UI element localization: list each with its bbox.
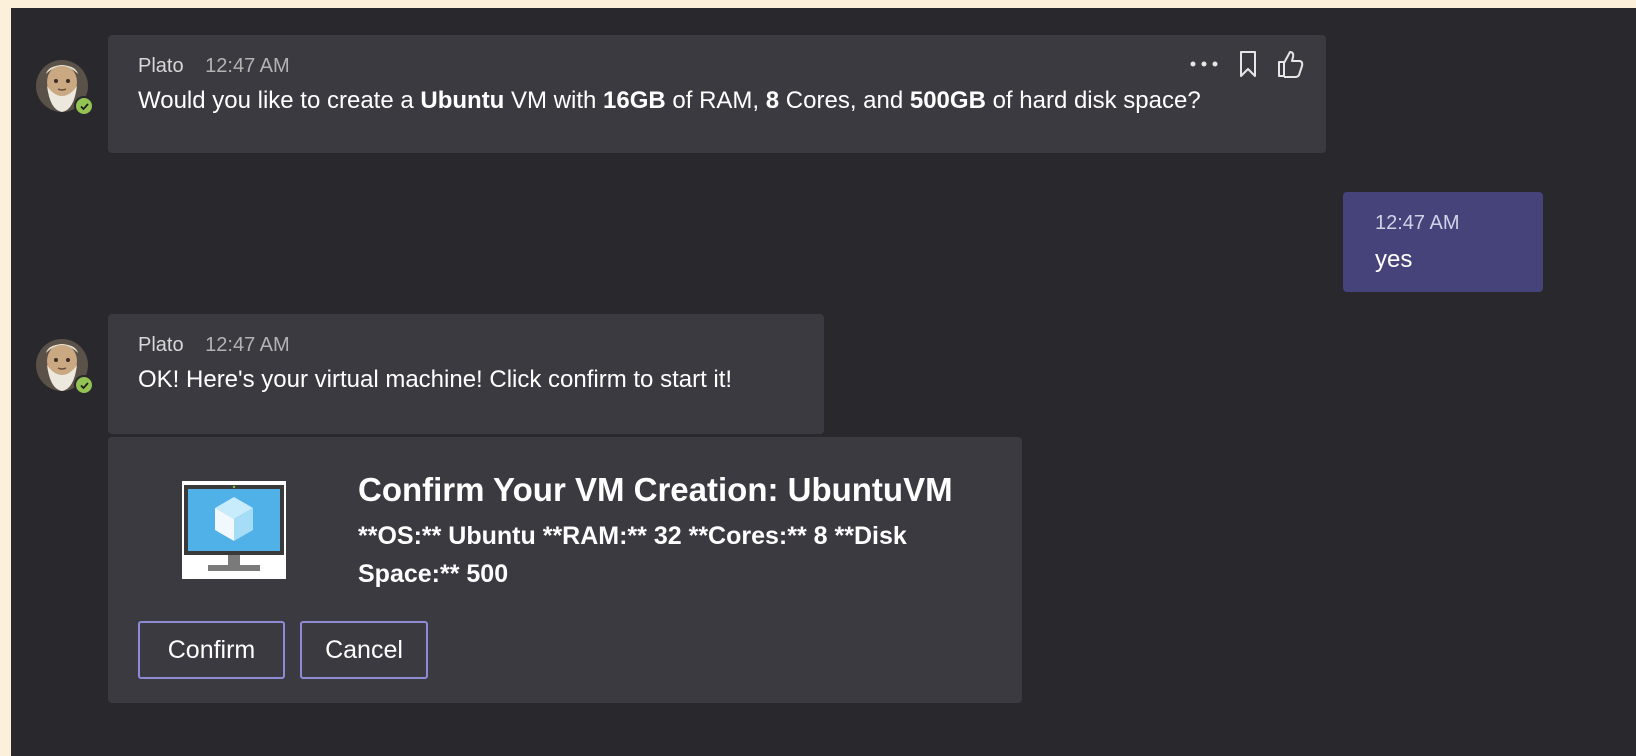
- confirm-button[interactable]: Confirm: [138, 621, 285, 679]
- message-meta: Plato 12:47 AM: [138, 334, 290, 357]
- chat-window: Plato 12:47 AM Would you like to create …: [11, 8, 1636, 756]
- timestamp: 12:47 AM: [1375, 212, 1460, 234]
- message-meta: Plato 12:47 AM: [138, 55, 290, 78]
- thumbs-up-icon[interactable]: [1276, 49, 1304, 79]
- avatar[interactable]: [36, 60, 94, 116]
- avatar[interactable]: [36, 339, 94, 395]
- message-bubble[interactable]: Plato 12:47 AM OK! Here's your virtual m…: [108, 314, 824, 434]
- monitor-cube-icon: [182, 481, 286, 579]
- message-text: yes: [1375, 246, 1413, 273]
- sender-name: Plato: [138, 55, 184, 77]
- presence-available-icon: [74, 96, 94, 116]
- cancel-button[interactable]: Cancel: [300, 621, 428, 679]
- timestamp: 12:47 AM: [205, 55, 290, 77]
- card-body: **OS:** Ubuntu **RAM:** 32 **Cores:** 8 …: [358, 522, 907, 588]
- timestamp: 12:47 AM: [205, 334, 290, 356]
- own-message-bubble[interactable]: 12:47 AM yes: [1343, 192, 1543, 292]
- bookmark-icon[interactable]: [1238, 50, 1258, 78]
- card-title: Confirm Your VM Creation: UbuntuVM: [358, 471, 953, 508]
- message-text: OK! Here's your virtual machine! Click c…: [138, 366, 733, 393]
- more-options-icon[interactable]: [1188, 60, 1220, 68]
- sender-name: Plato: [138, 334, 184, 356]
- message-bubble[interactable]: Plato 12:47 AM Would you like to create …: [108, 35, 1326, 153]
- message-text: Would you like to create a Ubuntu VM wit…: [138, 87, 1201, 114]
- presence-available-icon: [74, 375, 94, 395]
- message-actions: [1188, 49, 1304, 79]
- vm-confirmation-card: Confirm Your VM Creation: UbuntuVM **OS:…: [108, 437, 1022, 703]
